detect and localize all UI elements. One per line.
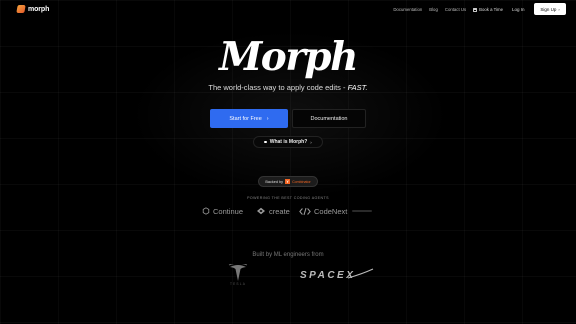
tesla-wordmark: TESLA <box>229 282 247 286</box>
faint-logo-icon <box>352 210 372 212</box>
book-a-time-link[interactable]: Book a Time <box>473 7 503 12</box>
code-brackets-icon <box>299 207 311 215</box>
start-for-free-button[interactable]: Start for Free › <box>210 109 288 128</box>
nav-link-blog[interactable]: Blog <box>429 7 438 12</box>
codenext-logo: CodeNext <box>299 204 347 218</box>
codenext-label: CodeNext <box>314 206 348 216</box>
backed-by-text: Backed by <box>265 179 284 184</box>
login-link[interactable]: Log In <box>512 7 525 12</box>
what-is-morph-label: What is Morph? <box>269 139 308 145</box>
brand-logo[interactable]: morph <box>16 5 50 13</box>
continue-icon <box>202 207 210 215</box>
signup-label: Sign Up <box>540 6 557 12</box>
agent-logos: Continue create CodeNext <box>0 204 576 218</box>
chevron-right-icon: › <box>558 6 560 12</box>
chevron-right-icon: › <box>266 115 269 122</box>
dot-icon <box>264 140 267 144</box>
create-logo: create <box>256 204 290 218</box>
book-a-time-label: Book a Time <box>479 7 503 12</box>
powering-heading: POWERING THE BEST CODING AGENTS <box>247 196 329 200</box>
documentation-button[interactable]: Documentation <box>292 109 366 128</box>
brand-name: morph <box>28 5 50 13</box>
continue-label: Continue <box>213 206 244 216</box>
signup-button[interactable]: Sign Up › <box>534 3 566 15</box>
documentation-label: Documentation <box>310 115 348 122</box>
chevron-right-icon: › <box>310 139 312 145</box>
create-icon <box>257 207 265 215</box>
what-is-morph-pill[interactable]: What is Morph? › <box>253 136 323 148</box>
faint-agent-logo <box>352 204 372 218</box>
y-combinator-logo-icon: Y <box>285 179 291 184</box>
hero-title: Morph <box>219 34 358 80</box>
tagline-text: The world-class way to apply code edits … <box>208 83 348 92</box>
tagline-emphasis: FAST. <box>347 83 368 92</box>
nav-link-documentation[interactable]: Documentation <box>393 7 422 12</box>
create-label: create <box>269 206 290 216</box>
nav-links: Documentation Blog Contact Us Book a Tim… <box>393 7 503 12</box>
backed-by-badge: Backed by Y Combinator <box>258 176 318 187</box>
start-for-free-label: Start for Free <box>229 115 262 122</box>
built-by-heading: Built by ML engineers from <box>252 252 324 258</box>
morph-logo-icon <box>16 5 26 13</box>
hero-tagline: The world-class way to apply code edits … <box>0 83 576 92</box>
top-nav: morph Documentation Blog Contact Us Book… <box>0 0 576 19</box>
continue-logo: Continue <box>202 204 243 218</box>
calendar-icon <box>473 7 478 12</box>
nav-link-contact[interactable]: Contact Us <box>445 7 466 12</box>
y-combinator-name: Combinator <box>292 179 311 184</box>
spacex-swoosh-icon <box>348 268 374 279</box>
